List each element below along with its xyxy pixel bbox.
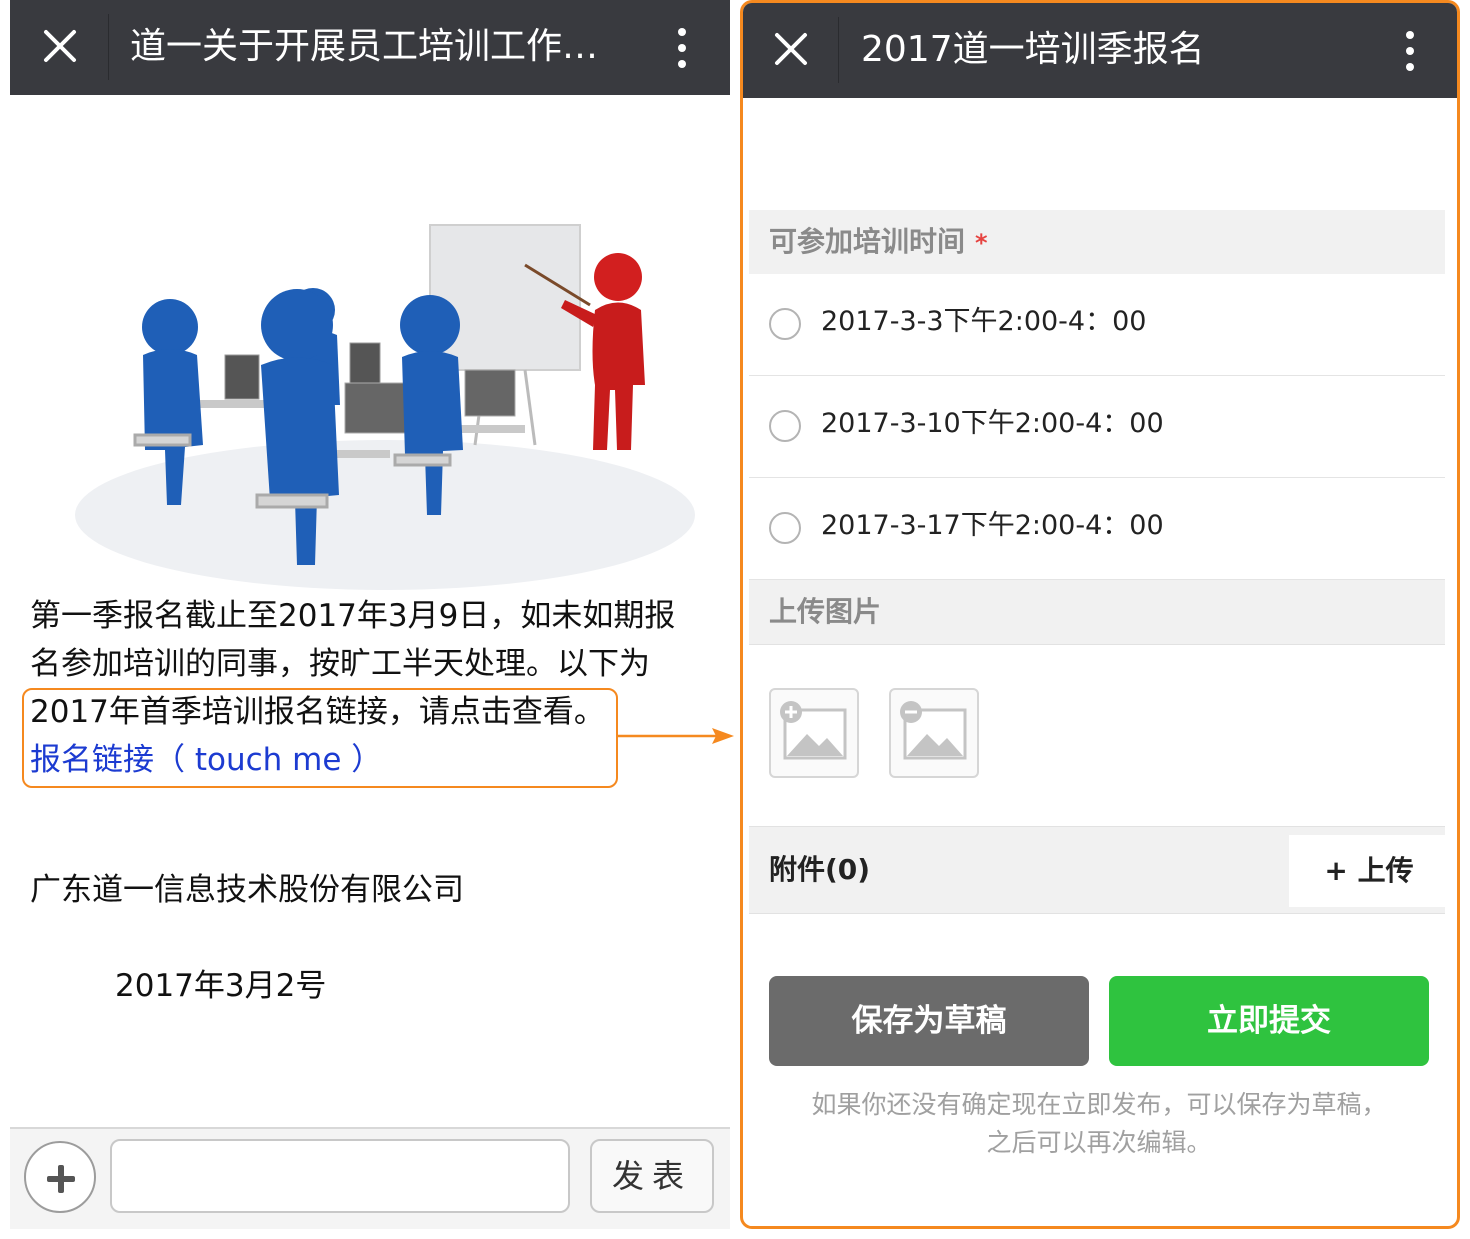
more-vertical-icon[interactable] — [675, 26, 689, 70]
send-button[interactable]: 发表 — [590, 1139, 714, 1213]
section-training-time: 可参加培训时间 * — [749, 210, 1445, 276]
section-label: 上传图片 — [769, 595, 882, 628]
upload-button[interactable]: + 上传 — [1289, 835, 1449, 907]
close-icon[interactable] — [40, 24, 80, 68]
hint-line: 如果你还没有确定现在立即发布，可以保存为草稿， — [811, 1090, 1387, 1119]
hint-line: 之后可以再次编辑。 — [986, 1128, 1212, 1157]
remove-image-icon[interactable] — [889, 688, 979, 778]
header-divider — [838, 17, 839, 83]
article-line: 第一季报名截止至2017年3月9日，如未如期报 — [30, 598, 676, 634]
form-top-spacer — [749, 98, 1445, 210]
publish-date: 2017年3月2号 — [115, 968, 327, 1004]
plus-icon[interactable] — [24, 1141, 96, 1213]
add-image-icon[interactable] — [769, 688, 859, 778]
radio-option[interactable]: 2017-3-10下午2:00-4：00 — [749, 376, 1445, 478]
attachment-row: 附件(0) + 上传 — [749, 826, 1449, 914]
highlight-box — [22, 688, 618, 788]
training-illustration — [75, 224, 695, 590]
section-upload-images: 上传图片 — [749, 580, 1445, 645]
more-vertical-icon[interactable] — [1403, 29, 1417, 73]
arrow-icon — [616, 728, 734, 744]
right-phone-screen: 2017道一培训季报名 可参加培训时间 * 2017-3-3下午2:00-4：00… — [740, 0, 1460, 1229]
comment-bar: 发表 — [10, 1127, 730, 1229]
top-bar: 2017道一培训季报名 — [743, 3, 1457, 98]
required-mark: * — [975, 229, 988, 257]
radio-option[interactable]: 2017-3-17下午2:00-4：00 — [749, 478, 1445, 580]
radio-button[interactable] — [769, 308, 801, 340]
hint-text: 如果你还没有确定现在立即发布，可以保存为草稿， 之后可以再次编辑。 — [769, 1086, 1429, 1162]
submit-button[interactable]: 立即提交 — [1109, 976, 1429, 1066]
save-draft-button[interactable]: 保存为草稿 — [769, 976, 1089, 1066]
radio-button[interactable] — [769, 512, 801, 544]
radio-option[interactable]: 2017-3-3下午2:00-4：00 — [749, 274, 1445, 376]
radio-button[interactable] — [769, 410, 801, 442]
page-title: 2017道一培训季报名 — [861, 29, 1205, 70]
company-name: 广东道一信息技术股份有限公司 — [30, 872, 464, 908]
upload-area — [749, 646, 1445, 826]
form-body: 可参加培训时间 * 2017-3-3下午2:00-4：00 2017-3-10下午… — [749, 98, 1449, 1226]
comment-input[interactable] — [110, 1139, 570, 1213]
close-icon[interactable] — [771, 27, 811, 71]
option-label: 2017-3-3下午2:00-4：00 — [821, 306, 1147, 337]
top-bar: 道一关于开展员工培训工作通... — [10, 0, 730, 95]
attachment-label: 附件(0) — [769, 853, 871, 886]
option-label: 2017-3-10下午2:00-4：00 — [821, 408, 1164, 439]
header-divider — [108, 14, 109, 80]
left-phone-screen: 道一关于开展员工培训工作通... 第一季报名截止至2017年3月9日，如未如期报… — [10, 0, 730, 1229]
page-title: 道一关于开展员工培训工作通... — [130, 26, 630, 67]
article-line: 名参加培训的同事，按旷工半天处理。以下为 — [30, 646, 650, 682]
section-label: 可参加培训时间 — [769, 225, 966, 258]
option-label: 2017-3-17下午2:00-4：00 — [821, 510, 1164, 541]
